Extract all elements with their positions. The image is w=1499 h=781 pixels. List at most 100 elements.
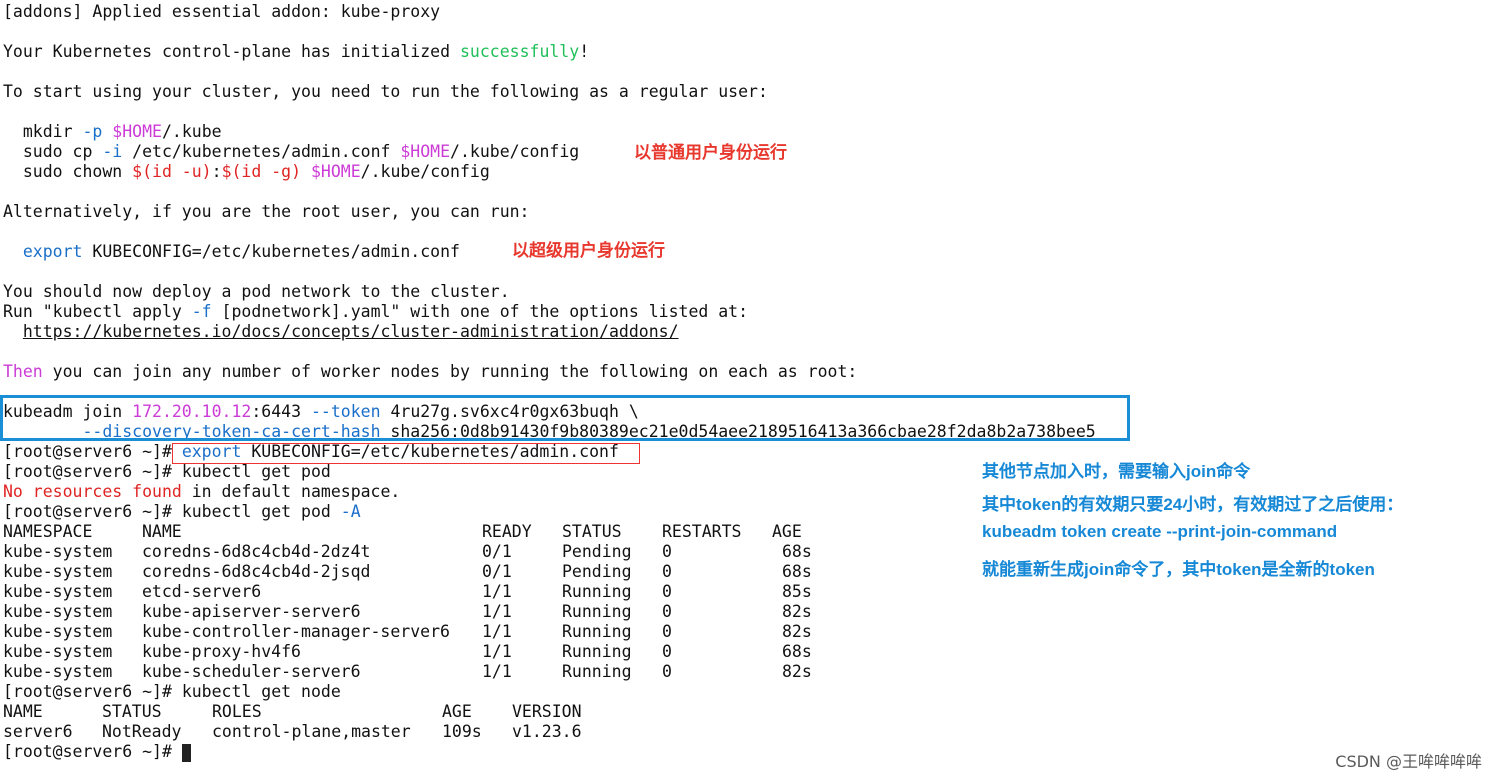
table-cell: kube-system: [3, 662, 113, 681]
then-keyword: Then: [3, 362, 43, 381]
table-cell: Running: [562, 662, 632, 681]
column-header: AGE: [442, 702, 472, 721]
table-cell: server6: [3, 722, 73, 741]
cmd-subshell: $(id -u): [132, 162, 212, 181]
table-cell: 0: [662, 662, 672, 681]
column-header: STATUS: [102, 702, 162, 721]
table-cell: Running: [562, 622, 632, 641]
table-cell: 1/1: [482, 642, 512, 661]
table-cell: Running: [562, 582, 632, 601]
table-cell: v1.23.6: [512, 722, 582, 741]
column-header: STATUS: [562, 522, 622, 541]
cmd-flag: -f: [191, 302, 212, 321]
cmd-var: $HOME: [310, 162, 361, 181]
cmd-text: /.kube: [161, 122, 222, 141]
table-cell: coredns-6d8c4cb4d-2jsqd: [142, 562, 371, 581]
cmd-text: sudo cp: [3, 142, 103, 161]
table-cell: 68s: [782, 562, 812, 581]
cmd-text: KUBECONFIG=/etc/kubernetes/admin.conf: [82, 242, 460, 261]
table-cell: 1/1: [482, 622, 512, 641]
error-text: No resources: [3, 482, 133, 501]
annotation-super-user: 以超级用户身份运行: [512, 241, 665, 260]
then-text: you can join any number of worker nodes …: [42, 362, 858, 381]
start-text: To start using your cluster, you need to…: [3, 82, 768, 101]
table-cell: NotReady: [102, 722, 182, 741]
shell-prompt: [root@server6 ~]#: [3, 442, 182, 461]
success-text: successfully: [459, 42, 580, 61]
table-cell: kube-system: [3, 622, 113, 641]
column-header: NAMESPACE: [3, 522, 93, 541]
table-cell: 0: [662, 622, 672, 641]
table-cell: kube-proxy-hv4f6: [142, 642, 301, 661]
annotation-token-command: kubeadm token create --print-join-comman…: [982, 522, 1338, 541]
table-cell: kube-system: [3, 562, 113, 581]
table-cell: coredns-6d8c4cb4d-2dz4t: [142, 542, 371, 561]
cmd-text: [301, 162, 311, 181]
terminal-line: sudo chown $(id -u):$(id -g) $HOME/.kube…: [3, 162, 490, 182]
shell-prompt: [root@server6 ~]#: [3, 502, 182, 521]
table-cell: 82s: [782, 622, 812, 641]
terminal-window[interactable]: [addons] Applied essential addon: kube-p…: [0, 0, 1499, 781]
cmd-keyword: export: [3, 242, 83, 261]
table-cell: 82s: [782, 662, 812, 681]
shell-prompt: [root@server6 ~]#: [3, 682, 182, 701]
cmd-text: kubectl get node: [181, 682, 341, 701]
table-cell: 0/1: [482, 562, 512, 581]
cmd-flag: -p: [82, 122, 113, 141]
annotation-join-note: 其他节点加入时，需要输入join命令: [982, 462, 1251, 481]
export-command-highlight: [172, 443, 640, 464]
table-cell: 0: [662, 582, 672, 601]
column-header: VERSION: [512, 702, 582, 721]
cmd-text: mkdir: [3, 122, 83, 141]
addons-url-link[interactable]: https://kubernetes.io/docs/concepts/clus…: [23, 322, 679, 341]
cmd-text: kubectl get pod: [181, 502, 341, 521]
table-cell: kube-system: [3, 602, 113, 621]
table-cell: 1/1: [482, 662, 512, 681]
column-header: RESTARTS: [662, 522, 742, 541]
column-header: NAME: [142, 522, 182, 541]
terminal-line[interactable]: [root@server6 ~]#: [3, 742, 191, 762]
table-cell: Running: [562, 642, 632, 661]
terminal-line: sudo cp -i /etc/kubernetes/admin.conf $H…: [3, 142, 579, 162]
cmd-flag: -i: [102, 142, 123, 161]
terminal-line: [root@server6 ~]# kubectl get pod: [3, 462, 331, 482]
terminal-line: [root@server6 ~]# kubectl get node: [3, 682, 341, 702]
terminal-line: export KUBECONFIG=/etc/kubernetes/admin.…: [3, 242, 460, 262]
init-end-text: !: [579, 42, 590, 61]
cmd-flag: -A: [340, 502, 361, 521]
table-cell: control-plane,master: [212, 722, 411, 741]
cmd-text: /.kube/config: [360, 162, 490, 181]
table-cell: Pending: [562, 542, 632, 561]
table-cell: 1/1: [482, 582, 512, 601]
table-cell: Running: [562, 602, 632, 621]
cmd-text: /.kube/config: [450, 142, 580, 161]
table-cell: kube-apiserver-server6: [142, 602, 361, 621]
table-cell: 1/1: [482, 602, 512, 621]
cmd-var: $HOME: [112, 122, 162, 141]
terminal-line: Then you can join any number of worker n…: [3, 362, 857, 382]
cmd-text: :: [211, 162, 222, 181]
table-cell: 0: [662, 562, 672, 581]
error-text: found: [132, 482, 182, 501]
csdn-watermark: CSDN @王哞哞哞哞: [1335, 752, 1482, 771]
table-cell: 0: [662, 642, 672, 661]
table-cell: 0/1: [482, 542, 512, 561]
table-cell: 85s: [782, 582, 812, 601]
table-cell: kube-system: [3, 642, 113, 661]
cmd-subshell: $(id -g): [221, 162, 302, 181]
column-header: READY: [482, 522, 532, 541]
column-header: AGE: [772, 522, 802, 541]
table-cell: 82s: [782, 602, 812, 621]
table-cell: kube-controller-manager-server6: [142, 622, 450, 641]
table-cell: kube-scheduler-server6: [142, 662, 361, 681]
annotation-regular-user: 以普通用户身份运行: [634, 143, 787, 162]
table-cell: etcd-server6: [142, 582, 262, 601]
shell-prompt: [root@server6 ~]#: [3, 462, 182, 481]
cmd-var: $HOME: [400, 142, 451, 161]
annotation-token-expiry-note: 其中token的有效期只要24小时，有效期过了之后使用：: [982, 495, 1404, 514]
terminal-line: https://kubernetes.io/docs/concepts/clus…: [3, 322, 679, 342]
table-cell: Pending: [562, 562, 632, 581]
table-cell: kube-system: [3, 542, 113, 561]
cmd-text: sudo chown: [3, 162, 133, 181]
